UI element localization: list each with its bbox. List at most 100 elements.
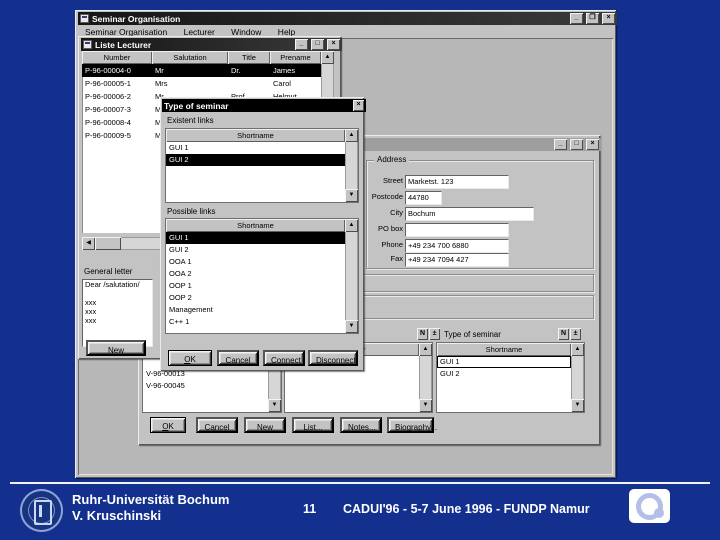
city-label: City: [390, 208, 403, 217]
biography-button[interactable]: Biography...: [387, 417, 437, 433]
scroll-up-icon[interactable]: ▲: [419, 343, 432, 356]
disconnect-button[interactable]: Disconnect: [308, 350, 358, 366]
phone-field[interactable]: +49 234 700 6880: [405, 239, 509, 253]
page-number: 11: [303, 502, 317, 516]
scroll-up-icon[interactable]: ▲: [345, 129, 358, 142]
footer-conference: CADUI'96 - 5-7 June 1996 - FUNDP Namur: [343, 502, 590, 516]
address-group: Address Street Marketst. 123 Postcode 44…: [366, 155, 594, 269]
list-item[interactable]: GUI 2: [166, 154, 345, 166]
list-item[interactable]: GUI 2: [437, 368, 571, 380]
sort-button[interactable]: ±: [570, 328, 581, 340]
possible-links-list: Shortname GUI 1 GUI 2 OOA 1 OOA 2 OOP 1 …: [166, 219, 358, 333]
letter-line: Dear /salutation/: [85, 280, 140, 289]
column-title[interactable]: Title: [228, 51, 270, 64]
list-item[interactable]: GUI 1: [166, 142, 345, 154]
cancel-button[interactable]: Cancel: [196, 417, 238, 433]
liste-titlebar: Liste Lecturer _ □ ×: [81, 38, 342, 51]
scrollbar[interactable]: ▲ ▼: [345, 129, 358, 202]
column-salutation[interactable]: Salutation: [152, 51, 228, 64]
letter-line: xxx: [85, 298, 97, 307]
table-row[interactable]: P-96-00004-0 Mr Dr. James: [82, 64, 321, 77]
letter-line: xxx: [85, 316, 97, 325]
scroll-down-icon[interactable]: ▼: [268, 399, 281, 412]
list-item[interactable]: C++ 1: [166, 316, 345, 328]
ok-button[interactable]: OK: [150, 417, 186, 433]
scroll-down-icon[interactable]: ▼: [419, 399, 432, 412]
scrollbar[interactable]: ▲ ▼: [345, 219, 358, 333]
scroll-up-icon[interactable]: ▲: [345, 219, 358, 232]
scroll-down-icon[interactable]: ▼: [345, 320, 358, 333]
new-button[interactable]: New: [244, 417, 286, 433]
list-item[interactable]: OOP 1: [166, 280, 345, 292]
connect-button[interactable]: Connect: [263, 350, 305, 366]
list-item[interactable]: OOP 2: [166, 292, 345, 304]
minimize-icon[interactable]: _: [295, 39, 308, 50]
app-icon: [80, 14, 89, 23]
scroll-up-icon[interactable]: ▲: [571, 343, 584, 356]
list-item[interactable]: GUI 1: [166, 232, 345, 244]
possible-links-label: Possible links: [167, 207, 216, 216]
address-group-label: Address: [374, 155, 410, 164]
dialog-titlebar: Type of seminar ×: [162, 99, 366, 112]
street-label: Street: [382, 176, 403, 185]
scrollbar[interactable]: ▲ ▼: [571, 343, 584, 412]
n-button[interactable]: N: [558, 328, 569, 340]
maximize-icon[interactable]: □: [311, 39, 324, 50]
table-row[interactable]: P-96-00005-1 Mrs Carol: [82, 77, 321, 90]
close-icon[interactable]: ×: [327, 39, 340, 50]
list-item[interactable]: GUI 2: [166, 244, 345, 256]
close-icon[interactable]: ×: [602, 13, 615, 24]
existent-links-label: Existent links: [167, 116, 214, 125]
fax-field[interactable]: +49 234 7094 427: [405, 253, 509, 267]
list-item[interactable]: Management: [166, 304, 345, 316]
sort-button[interactable]: ±: [429, 328, 440, 340]
affiliation-line2: V. Kruschinski: [72, 508, 162, 523]
n-button[interactable]: N: [417, 328, 428, 340]
column-number[interactable]: Number: [82, 51, 152, 64]
ok-button[interactable]: OK: [168, 350, 212, 366]
possible-list-header: Shortname: [166, 219, 345, 232]
close-icon[interactable]: ×: [353, 100, 364, 111]
type-of-seminar-list: Shortname GUI 1 GUI 2 ▲ ▼: [437, 343, 584, 412]
cancel-button[interactable]: Cancel: [217, 350, 259, 366]
scroll-up-icon[interactable]: ▲: [321, 51, 334, 64]
list-item[interactable]: OOA 2: [166, 268, 345, 280]
minimize-icon[interactable]: _: [570, 13, 583, 24]
letter-line: xxx: [85, 307, 97, 316]
type-list-header: Shortname: [437, 343, 571, 356]
new-button[interactable]: New: [86, 340, 146, 356]
maximize-icon[interactable]: □: [570, 139, 583, 150]
affiliation-line1: Ruhr-Universität Bochum: [72, 492, 230, 507]
postcode-label: Postcode: [371, 192, 403, 201]
footer-separator: [10, 482, 710, 484]
scroll-down-icon[interactable]: ▼: [345, 189, 358, 202]
general-letter-box[interactable]: Dear /salutation/ xxx xxx xxx: [82, 279, 153, 347]
list-item[interactable]: V-96-00045: [143, 380, 268, 392]
existent-list-header: Shortname: [166, 129, 345, 142]
restore-icon[interactable]: ❐: [586, 13, 599, 24]
postcode-field[interactable]: 44780: [405, 191, 442, 205]
slide: Seminar Organisation _ ❐ × Seminar Organ…: [0, 0, 720, 540]
table-header: Number Salutation Title Prename: [82, 51, 321, 64]
column-prename[interactable]: Prename: [270, 51, 321, 64]
scroll-down-icon[interactable]: ▼: [571, 399, 584, 412]
pobox-label: PO box: [377, 224, 403, 233]
liste-window-title: Liste Lecturer: [95, 39, 152, 50]
scrollbar-thumb[interactable]: [95, 237, 121, 250]
list-item[interactable]: GUI 1: [437, 356, 571, 368]
type-of-seminar-dialog: Type of seminar × Existent links Shortna…: [160, 97, 366, 371]
main-window-title: Seminar Organisation: [92, 13, 181, 24]
notes-button[interactable]: Notes...: [340, 417, 382, 433]
street-field[interactable]: Marketst. 123: [405, 175, 509, 189]
pobox-field[interactable]: [405, 223, 509, 237]
main-titlebar: Seminar Organisation _ ❐ ×: [78, 12, 617, 25]
scroll-left-icon[interactable]: ◀: [82, 237, 95, 250]
close-icon[interactable]: ×: [586, 139, 599, 150]
scrollbar[interactable]: ▲ ▼: [419, 343, 432, 412]
letter-line: [83, 289, 152, 298]
city-field[interactable]: Bochum: [405, 207, 534, 221]
minimize-icon[interactable]: _: [554, 139, 567, 150]
list-item[interactable]: OOA 1: [166, 256, 345, 268]
cadui-logo: [629, 489, 670, 523]
list-button[interactable]: List...: [292, 417, 334, 433]
